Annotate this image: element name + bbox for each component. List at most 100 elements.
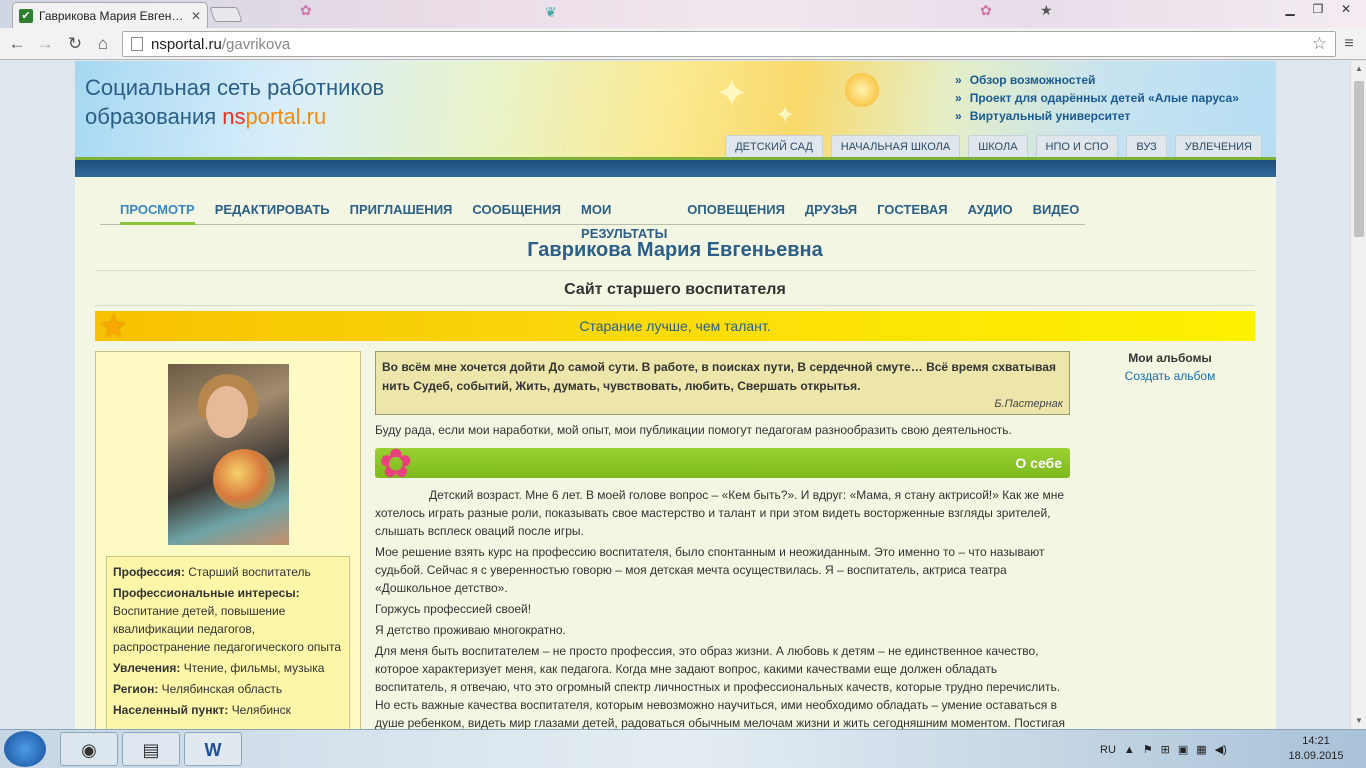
network-icon[interactable]: ▦ xyxy=(1196,743,1206,756)
category-tab-school[interactable]: ШКОЛА xyxy=(968,135,1028,157)
url-domain: nsportal.ru xyxy=(151,35,222,53)
device-icon[interactable]: ▣ xyxy=(1178,743,1188,756)
start-button[interactable] xyxy=(4,731,46,767)
hobbies-value: Чтение, фильмы, музыка xyxy=(183,661,325,675)
volume-icon[interactable]: ◀) xyxy=(1215,743,1227,756)
word-taskbar-icon[interactable]: W xyxy=(184,732,242,766)
address-bar[interactable]: nsportal.ru/gavrikova ☆ xyxy=(122,31,1336,57)
home-icon[interactable]: ⌂ xyxy=(92,33,114,55)
profile-card: Профессия: Старший воспитатель Профессио… xyxy=(95,351,361,729)
star-icon: ★ xyxy=(99,308,128,344)
top-link-alye-parusa[interactable]: » Проект для одарённых детей «Алые паруса… xyxy=(955,89,1239,107)
scroll-up-icon[interactable]: ▲ xyxy=(1351,61,1366,77)
decor-flower-icon: ✿ xyxy=(980,2,992,18)
profession-label: Профессия: xyxy=(113,565,185,579)
nav-messages[interactable]: СООБЩЕНИЯ xyxy=(472,198,561,225)
nav-notifications[interactable]: ОПОВЕЩЕНИЯ xyxy=(687,198,785,225)
browser-tab[interactable]: ✔ Гаврикова Мария Евген… ✕ xyxy=(12,2,208,28)
brand-portal: portal.ru xyxy=(245,104,327,129)
vertical-scrollbar[interactable]: ▲ ▼ xyxy=(1350,61,1366,729)
browser-tabstrip: ✿ ❦ ✿ ★ ✔ Гаврикова Мария Евген… ✕ ▁ ❐ ✕ xyxy=(0,0,1366,28)
city-value: Челябинск xyxy=(231,703,291,717)
interests-value: Воспитание детей, повышение квалификации… xyxy=(113,604,342,654)
decor-flower-icon: ✿ xyxy=(300,2,312,18)
about-paragraph: Для меня быть воспитателем – не просто п… xyxy=(375,644,1065,729)
tab-title: Гаврикова Мария Евген… xyxy=(39,8,184,23)
scroll-down-icon[interactable]: ▼ xyxy=(1351,713,1366,729)
top-link-university[interactable]: » Виртуальный университет xyxy=(955,107,1239,125)
nav-friends[interactable]: ДРУЗЬЯ xyxy=(805,198,857,225)
bookmark-star-icon[interactable]: ☆ xyxy=(1312,34,1327,54)
site-title: Сайт старшего воспитателя xyxy=(95,281,1255,306)
new-tab-button[interactable] xyxy=(209,7,243,22)
intro-text: Буду рада, если мои наработки, мой опыт,… xyxy=(375,423,1012,437)
page-icon xyxy=(131,37,143,51)
interests-label: Профессиональные интересы: xyxy=(113,586,300,600)
about-paragraph: Горжусь профессией своей! xyxy=(375,602,532,616)
create-album-link[interactable]: Создать альбом xyxy=(1095,369,1245,383)
chrome-taskbar-icon[interactable]: ◉ xyxy=(60,732,118,766)
sun-decor xyxy=(845,73,879,107)
nav-view[interactable]: ПРОСМОТР xyxy=(120,198,195,225)
sparkle-icon: ✦ xyxy=(775,102,796,129)
top-link-overview[interactable]: » Обзор возможностей xyxy=(955,71,1239,89)
brand-line1: Социальная сеть работников xyxy=(85,75,385,100)
profile-nav: ПРОСМОТР РЕДАКТИРОВАТЬ ПРИГЛАШЕНИЯ СООБЩ… xyxy=(100,198,1085,241)
about-paragraph: Мое решение взять курс на профессию восп… xyxy=(375,545,1045,595)
about-paragraph: Я детство проживаю многократно. xyxy=(375,623,566,637)
region-value: Челябинская область xyxy=(161,682,283,696)
nav-edit[interactable]: РЕДАКТИРОВАТЬ xyxy=(215,198,330,225)
back-icon[interactable]: ← xyxy=(6,33,28,55)
nav-video[interactable]: ВИДЕО xyxy=(1033,198,1080,225)
system-tray: RU ▲ ⚑ ⊞ ▣ ▦ ◀) xyxy=(1100,730,1227,768)
albums-heading: Мои альбомы xyxy=(1128,351,1212,365)
motto-banner: ★ Старание лучше, чем талант. xyxy=(95,308,1255,344)
category-tab-primary[interactable]: НАЧАЛЬНАЯ ШКОЛА xyxy=(830,135,961,157)
language-indicator[interactable]: RU xyxy=(1100,744,1116,756)
category-tab-npo-spo[interactable]: НПО И СПО xyxy=(1035,135,1119,157)
nav-results[interactable]: МОИ РЕЗУЛЬТАТЫ xyxy=(581,198,667,241)
nav-invites[interactable]: ПРИГЛАШЕНИЯ xyxy=(350,198,453,225)
browser-toolbar: ← → ↻ ⌂ nsportal.ru/gavrikova ☆ ≡ xyxy=(0,28,1366,60)
category-tab-kindergarten[interactable]: ДЕТСКИЙ САД xyxy=(725,135,823,157)
minimize-icon[interactable]: ▁ xyxy=(1276,0,1304,18)
site-banner: ✦ ✦ Социальная сеть работников образован… xyxy=(75,61,1276,157)
nav-guestbook[interactable]: ГОСТЕВАЯ xyxy=(877,198,947,225)
hobbies-label: Увлечения: xyxy=(113,661,181,675)
flag-icon[interactable]: ⚑ xyxy=(1143,743,1153,756)
clock[interactable]: 14:21 18.09.2015 xyxy=(1286,734,1346,764)
brand-ns: ns xyxy=(222,104,246,129)
avatar[interactable] xyxy=(168,364,289,545)
header-bar xyxy=(75,157,1276,177)
decor-star-icon: ★ xyxy=(1040,2,1053,18)
explorer-taskbar-icon[interactable]: ▤ xyxy=(122,732,180,766)
clock-time: 14:21 xyxy=(1302,735,1330,747)
region-label: Регион: xyxy=(113,682,159,696)
nav-audio[interactable]: АУДИО xyxy=(968,198,1013,225)
close-window-icon[interactable]: ✕ xyxy=(1332,0,1360,18)
close-tab-icon[interactable]: ✕ xyxy=(191,9,201,23)
main-content: Во всём мне хочется дойти До самой сути.… xyxy=(375,351,1070,729)
about-paragraph: Детский возраст. Мне 6 лет. В моей голов… xyxy=(375,488,1065,538)
category-tabs: ДЕТСКИЙ САД НАЧАЛЬНАЯ ШКОЛА ШКОЛА НПО И … xyxy=(725,135,1262,157)
menu-icon[interactable]: ≡ xyxy=(1338,33,1360,55)
favicon-icon: ✔ xyxy=(19,8,33,23)
windows-icon[interactable]: ⊞ xyxy=(1161,743,1170,756)
reload-icon[interactable]: ↻ xyxy=(64,33,86,55)
albums-panel: Мои альбомы Создать альбом xyxy=(1095,351,1245,383)
tray-expand-icon[interactable]: ▲ xyxy=(1124,744,1135,756)
scrollbar-thumb[interactable] xyxy=(1354,81,1364,237)
motto-text: Старание лучше, чем талант. xyxy=(579,318,771,334)
about-text: Детский возраст. Мне 6 лет. В моей голов… xyxy=(375,486,1070,729)
profile-info: Профессия: Старший воспитатель Профессио… xyxy=(106,556,350,729)
category-tab-hobbies[interactable]: УВЛЕЧЕНИЯ xyxy=(1174,135,1262,157)
lily-flower-icon: ✿ xyxy=(379,442,413,486)
category-tab-vuz[interactable]: ВУЗ xyxy=(1126,135,1167,157)
restore-icon[interactable]: ❐ xyxy=(1304,0,1332,18)
page-container: ✦ ✦ Социальная сеть работников образован… xyxy=(75,61,1276,729)
forward-icon[interactable]: → xyxy=(34,33,56,55)
epigraph-text: Во всём мне хочется дойти До самой сути.… xyxy=(382,360,1056,393)
profile-name: Гаврикова Мария Евгеньевна xyxy=(95,239,1255,271)
site-logo[interactable]: Социальная сеть работников образования n… xyxy=(85,73,384,131)
decor-butterfly-icon: ❦ xyxy=(545,4,557,20)
